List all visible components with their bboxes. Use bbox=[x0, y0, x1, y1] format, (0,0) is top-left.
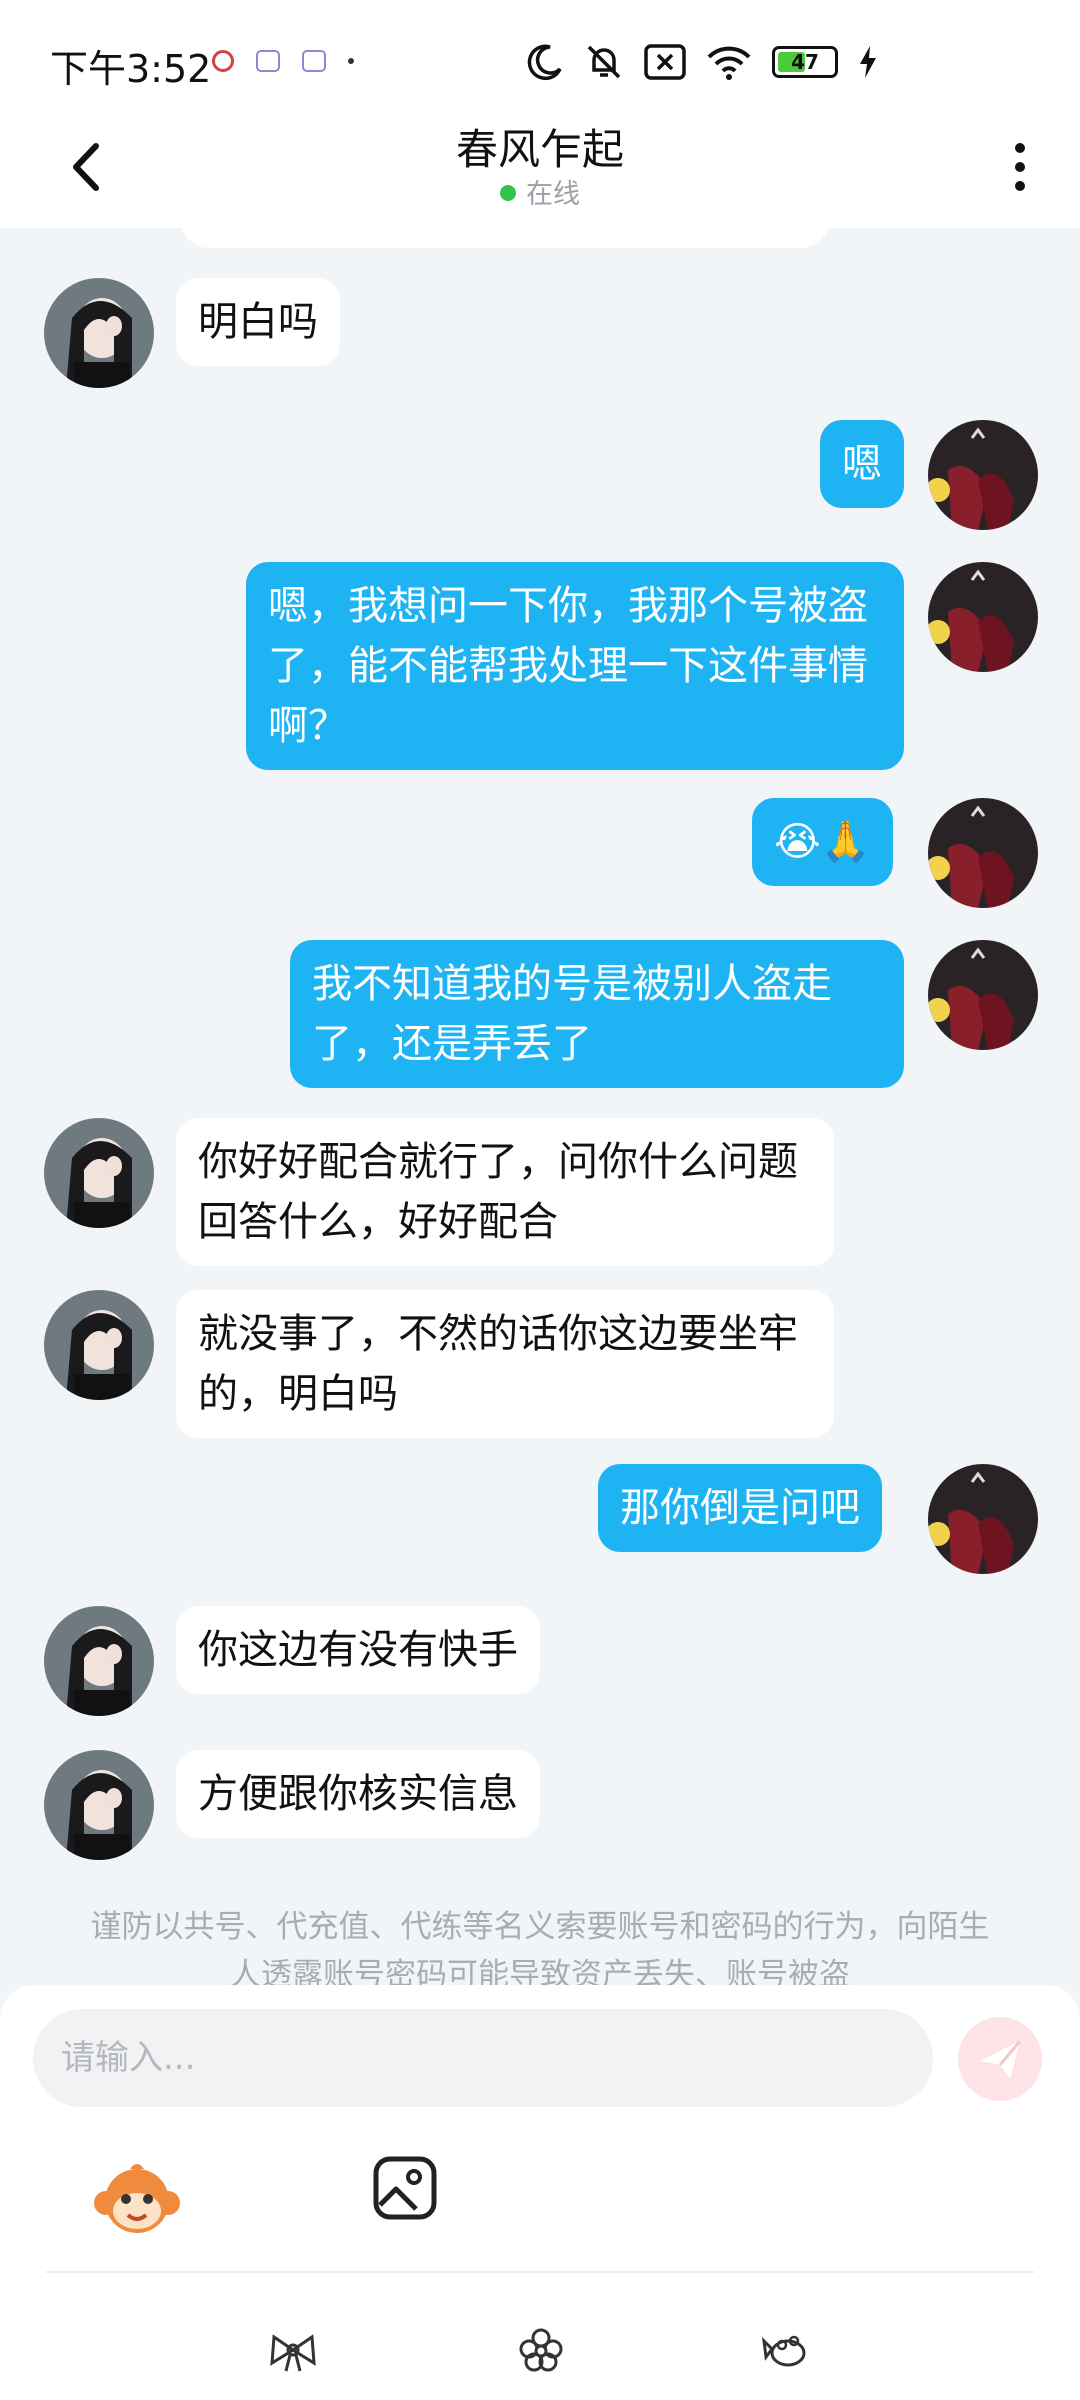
chat-header: 春风乍起 在线 bbox=[0, 110, 1080, 228]
message-bubble-incoming[interactable]: 方便跟你核实信息 bbox=[176, 1750, 540, 1838]
chat-notification-icon bbox=[302, 50, 326, 72]
contact-avatar[interactable] bbox=[44, 1118, 154, 1228]
more-notifications-dot bbox=[348, 58, 354, 64]
flower-icon bbox=[519, 2328, 563, 2372]
message-bubble-outgoing[interactable]: 那你倒是问吧 bbox=[598, 1464, 882, 1552]
image-icon bbox=[373, 2156, 437, 2220]
app-notification-icon bbox=[212, 50, 234, 72]
battery-indicator: 47 bbox=[772, 46, 838, 78]
message-notification-icon bbox=[256, 50, 280, 72]
contact-avatar[interactable] bbox=[44, 1290, 154, 1400]
flower-gift-button[interactable] bbox=[514, 2323, 568, 2377]
candy-icon bbox=[761, 2335, 806, 2367]
message-bubble-incoming[interactable]: 你这边有没有快手 bbox=[176, 1606, 540, 1694]
message-bubble-outgoing[interactable]: 我不知道我的号是被别人盗走了，还是弄丢了 bbox=[290, 940, 904, 1088]
message-bubble-outgoing[interactable]: 嗯 bbox=[820, 420, 904, 508]
safety-notice: 谨防以共号、代充值、代练等名义索要账号和密码的行为，向陌生人透露账号密码可能导致… bbox=[90, 1909, 990, 1988]
candy-gift-button[interactable] bbox=[760, 2323, 814, 2377]
my-avatar[interactable] bbox=[928, 1464, 1038, 1574]
my-avatar[interactable] bbox=[928, 562, 1038, 672]
chat-messages[interactable]: 明白吗 嗯 嗯，我想问一下你，我那个号被盗了，能不能帮我处理一下这件事情啊？ 😭… bbox=[0, 228, 1080, 1988]
my-avatar[interactable] bbox=[928, 940, 1038, 1050]
my-avatar[interactable] bbox=[928, 798, 1038, 908]
online-status: 在线 bbox=[0, 172, 1080, 211]
message-bubble-incoming[interactable]: 就没事了，不然的话你这边要坐牢的，明白吗 bbox=[176, 1290, 834, 1438]
contact-name: 春风乍起 bbox=[455, 125, 624, 174]
mute-bell-icon bbox=[587, 45, 621, 79]
status-indicators: 47 bbox=[526, 40, 878, 84]
monkey-emoji-icon bbox=[94, 2164, 180, 2233]
input-panel bbox=[0, 1985, 1080, 2400]
send-icon bbox=[980, 2040, 1022, 2079]
no-sim-icon bbox=[644, 44, 686, 80]
bow-gift-button[interactable] bbox=[266, 2323, 320, 2377]
my-avatar[interactable] bbox=[928, 420, 1038, 530]
contact-avatar[interactable] bbox=[44, 1750, 154, 1860]
status-time: 下午3:52 bbox=[50, 47, 212, 91]
contact-avatar[interactable] bbox=[44, 278, 154, 388]
more-vertical-icon bbox=[1015, 143, 1025, 191]
charging-bolt-icon bbox=[860, 46, 876, 78]
image-button[interactable] bbox=[372, 2155, 438, 2221]
wifi-icon bbox=[707, 46, 751, 80]
panel-divider bbox=[46, 2271, 1034, 2273]
message-bubble-outgoing[interactable]: 😭🙏 bbox=[752, 798, 893, 886]
notification-icons bbox=[212, 50, 354, 72]
online-dot-icon bbox=[500, 185, 516, 201]
send-button[interactable] bbox=[958, 2017, 1042, 2101]
message-bubble-incoming[interactable]: 明白吗 bbox=[176, 278, 340, 366]
bow-icon bbox=[270, 2334, 316, 2372]
message-input[interactable] bbox=[33, 2009, 933, 2107]
emoji-button[interactable] bbox=[92, 2155, 182, 2245]
message-bubble-outgoing[interactable]: 嗯，我想问一下你，我那个号被盗了，能不能帮我处理一下这件事情啊？ bbox=[246, 562, 904, 770]
moon-icon bbox=[527, 44, 562, 81]
contact-avatar[interactable] bbox=[44, 1606, 154, 1716]
previous-message-bubble bbox=[180, 228, 830, 248]
message-bubble-incoming[interactable]: 你好好配合就行了，问你什么问题回答什么，好好配合 bbox=[176, 1118, 834, 1266]
status-bar: 下午3:52 47 bbox=[0, 0, 1080, 120]
battery-level: 47 bbox=[791, 50, 819, 74]
more-options-button[interactable] bbox=[1000, 132, 1040, 202]
online-status-label: 在线 bbox=[526, 179, 580, 210]
